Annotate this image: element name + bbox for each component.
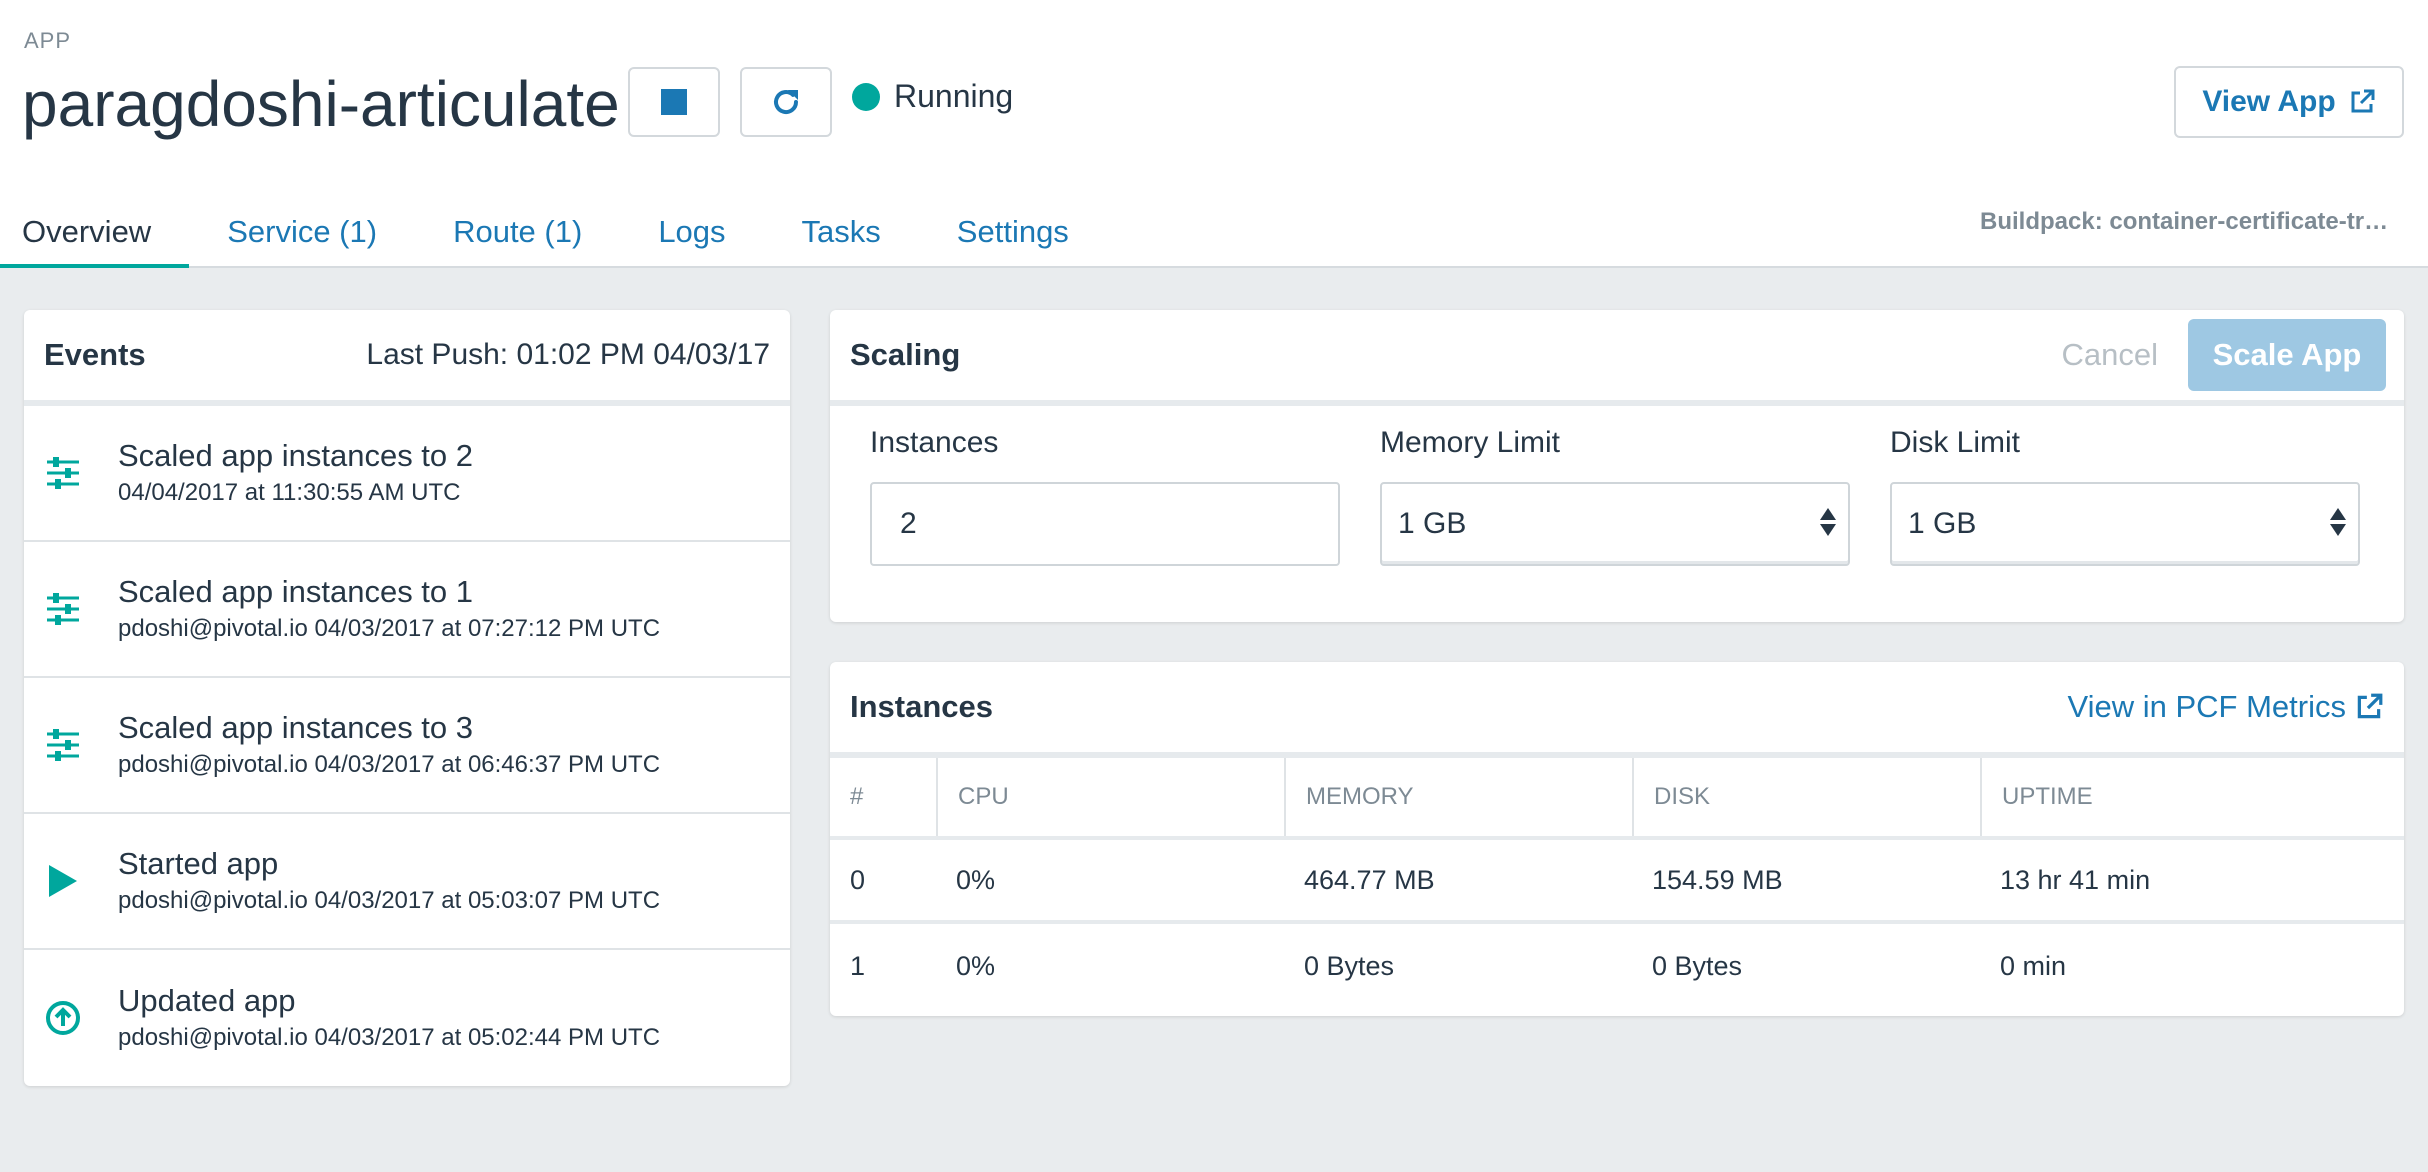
event-subtitle: pdoshi@pivotal.io 04/03/2017 at 06:46:37… [118, 751, 661, 778]
table-cell: 1 [850, 950, 866, 981]
table-cell: 0 Bytes [1304, 950, 1395, 981]
events-header: Events Last Push: 01:02 PM 04/03/17 [24, 310, 790, 406]
event-title: Updated app [118, 983, 296, 1018]
event-subtitle: 04/04/2017 at 11:30:55 AM UTC [118, 479, 461, 506]
event-item: Scaled app instances to 3 pdoshi@pivotal… [24, 678, 790, 814]
stop-icon [661, 89, 687, 115]
events-title: Events [44, 337, 146, 372]
table-cell: 154.59 MB [1652, 864, 1783, 895]
table-cell: 0 min [2000, 950, 2067, 981]
status-dot-icon [852, 82, 880, 111]
tab-service[interactable]: Service (1) [189, 200, 415, 268]
event-title: Scaled app instances to 3 [118, 710, 474, 745]
event-subtitle: pdoshi@pivotal.io 04/03/2017 at 05:03:07… [118, 887, 661, 914]
scale-app-button[interactable]: Scale App [2188, 319, 2386, 391]
restart-icon [774, 90, 799, 115]
buildpack-label: Buildpack: container-certificate-trust-s… [1980, 208, 2400, 235]
event-item: Scaled app instances to 1 pdoshi@pivotal… [24, 542, 790, 678]
select-caret-icon [2330, 508, 2346, 536]
sliders-icon [42, 452, 84, 494]
last-push: Last Push: 01:02 PM 04/03/17 [366, 338, 770, 371]
pcf-metrics-label: View in PCF Metrics [2067, 689, 2347, 724]
tab-logs[interactable]: Logs [620, 200, 763, 268]
view-app-button[interactable]: View App [2174, 66, 2404, 138]
app-status: Running [852, 78, 1013, 115]
scaling-header: Scaling Cancel Scale App [830, 310, 2404, 406]
tab-route[interactable]: Route (1) [415, 200, 620, 268]
tab-settings[interactable]: Settings [919, 200, 1107, 268]
table-cell: 464.77 MB [1304, 864, 1435, 895]
cancel-button[interactable]: Cancel [2062, 337, 2159, 373]
tab-tasks[interactable]: Tasks [764, 200, 919, 268]
sliders-icon [42, 724, 84, 766]
disk-limit-label: Disk Limit [1890, 426, 2021, 459]
instances-field: Instances 2 [870, 426, 1340, 566]
stop-button[interactable] [628, 67, 720, 137]
event-subtitle: pdoshi@pivotal.io 04/03/2017 at 05:02:44… [118, 1024, 661, 1051]
column-header: DISK [1632, 758, 1980, 836]
scaling-actions: Cancel Scale App [2062, 319, 2386, 391]
select-caret-icon [1820, 508, 1836, 536]
scaling-fields: Instances 2 Memory Limit 1 GB Disk Limit… [870, 426, 2360, 566]
memory-limit-field: Memory Limit 1 GB [1380, 426, 1850, 566]
events-panel: Events Last Push: 01:02 PM 04/03/17 Scal… [24, 310, 790, 1086]
event-title: Scaled app instances to 1 [118, 574, 474, 609]
instances-title: Instances [850, 689, 994, 724]
table-cell: 0 Bytes [1652, 950, 1743, 981]
pcf-metrics-link[interactable]: View in PCF Metrics [2068, 689, 2385, 725]
sliders-icon [42, 588, 84, 630]
memory-limit-select[interactable]: 1 GB [1380, 482, 1850, 566]
tab-overview[interactable]: Overview [0, 200, 190, 268]
table-cell: 0% [956, 950, 996, 981]
instances-input[interactable]: 2 [870, 482, 1340, 566]
app-kicker: APP [24, 28, 72, 53]
instances-panel: Instances View in PCF Metrics # CPU MEMO… [830, 662, 2404, 1016]
app-name: paragdoshi-articulate [22, 68, 620, 140]
upload-icon [42, 997, 84, 1039]
instances-header: Instances View in PCF Metrics [830, 662, 2404, 758]
event-item: Updated app pdoshi@pivotal.io 04/03/2017… [24, 950, 790, 1086]
table-row: 1 0% 0 Bytes 0 Bytes 0 min [830, 924, 2404, 1008]
event-item: Scaled app instances to 2 04/04/2017 at … [24, 406, 790, 542]
event-title: Scaled app instances to 2 [118, 438, 474, 473]
view-app-label: View App [2202, 85, 2336, 118]
column-header: CPU [936, 758, 1284, 836]
column-header: UPTIME [1980, 758, 2404, 836]
event-title: Started app [118, 846, 279, 881]
scaling-title: Scaling [850, 337, 961, 372]
instances-label: Instances [870, 426, 999, 459]
table-cell: 13 hr 41 min [2000, 864, 2151, 895]
disk-limit-value: 1 GB [1908, 507, 1977, 540]
status-text: Running [894, 78, 1014, 114]
instances-table-header: # CPU MEMORY DISK UPTIME [830, 758, 2404, 840]
tab-bar: Overview Service (1) Route (1) Logs Task… [0, 200, 1107, 268]
play-icon [42, 860, 84, 902]
disk-limit-select[interactable]: 1 GB [1890, 482, 2360, 566]
disk-limit-field: Disk Limit 1 GB [1890, 426, 2360, 566]
external-link-icon [2351, 89, 2375, 113]
table-cell: 0 [850, 864, 866, 895]
table-row: 0 0% 464.77 MB 154.59 MB 13 hr 41 min [830, 840, 2404, 924]
column-header: MEMORY [1284, 758, 1632, 836]
memory-limit-value: 1 GB [1398, 507, 1467, 540]
app-header: APP paragdoshi-articulate Running View A… [0, 0, 2428, 268]
restart-button[interactable] [740, 67, 832, 137]
external-link-icon [2357, 693, 2383, 719]
memory-limit-label: Memory Limit [1380, 426, 1561, 459]
column-header: # [850, 783, 864, 810]
event-item: Started app pdoshi@pivotal.io 04/03/2017… [24, 814, 790, 950]
event-subtitle: pdoshi@pivotal.io 04/03/2017 at 07:27:12… [118, 615, 661, 642]
scaling-panel: Scaling Cancel Scale App Instances 2 Mem… [830, 310, 2404, 622]
table-cell: 0% [956, 864, 996, 895]
